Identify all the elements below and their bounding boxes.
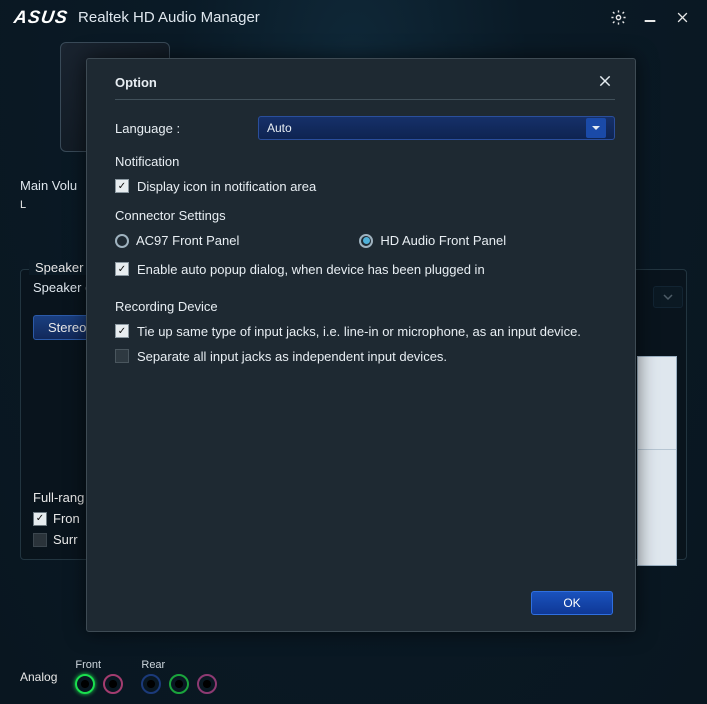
- ok-label: OK: [563, 596, 580, 610]
- ok-button[interactable]: OK: [531, 591, 613, 615]
- radio-hd-label: HD Audio Front Panel: [380, 233, 506, 248]
- radio-unchecked-icon: [115, 234, 129, 248]
- option-dialog: Option Language : Auto Notification ✓ Di…: [86, 58, 636, 632]
- radio-hd-audio[interactable]: HD Audio Front Panel: [359, 233, 506, 248]
- notify-checkbox[interactable]: ✓: [115, 179, 129, 193]
- auto-popup-checkbox[interactable]: ✓: [115, 262, 129, 276]
- language-value: Auto: [267, 121, 292, 135]
- modal-overlay: Option Language : Auto Notification ✓ Di…: [0, 0, 707, 704]
- radio-ac97[interactable]: AC97 Front Panel: [115, 233, 239, 248]
- notification-section-label: Notification: [115, 154, 615, 169]
- dialog-close-button[interactable]: [597, 73, 615, 91]
- tieup-checkbox[interactable]: ✓: [115, 324, 129, 338]
- dialog-title: Option: [115, 75, 157, 90]
- chevron-down-icon: [586, 118, 606, 138]
- tieup-label: Tie up same type of input jacks, i.e. li…: [137, 324, 581, 339]
- separate-checkbox[interactable]: ✓: [115, 349, 129, 363]
- auto-popup-label: Enable auto popup dialog, when device ha…: [137, 262, 485, 277]
- close-icon: [597, 73, 613, 89]
- radio-checked-icon: [359, 234, 373, 248]
- notify-cb-label: Display icon in notification area: [137, 179, 316, 194]
- separate-label: Separate all input jacks as independent …: [137, 349, 447, 364]
- connector-section-label: Connector Settings: [115, 208, 615, 223]
- recording-section-label: Recording Device: [115, 299, 615, 314]
- language-label: Language :: [115, 121, 240, 136]
- radio-ac97-label: AC97 Front Panel: [136, 233, 239, 248]
- language-dropdown[interactable]: Auto: [258, 116, 615, 140]
